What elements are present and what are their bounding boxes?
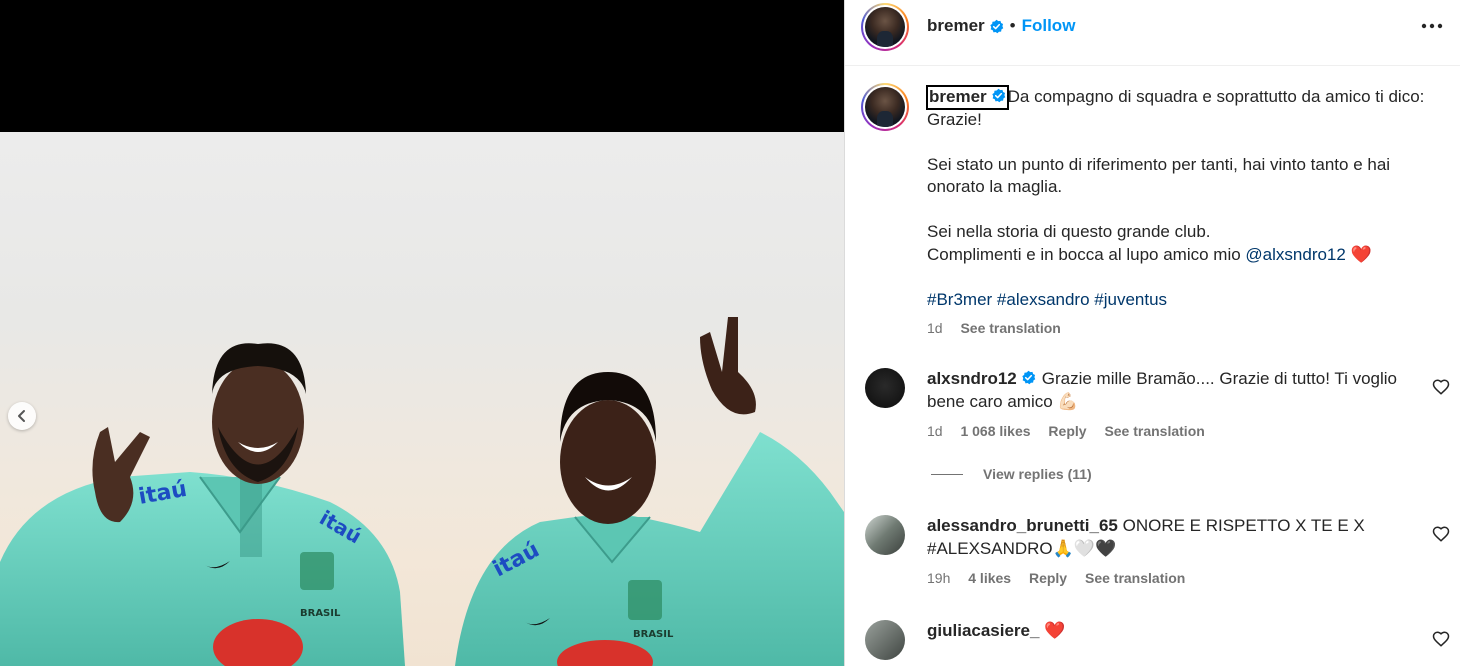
- comment-meta: 1d 1 068 likes Reply See translation: [927, 423, 1219, 439]
- more-options-icon: [1421, 23, 1443, 29]
- caption-line-4: Complimenti e in bocca al lupo amico mio: [927, 244, 1246, 264]
- caption-emoji: ❤️: [1350, 244, 1372, 264]
- caption-line-2: Sei stato un punto di riferimento per ta…: [927, 154, 1395, 197]
- comment-text: ❤️: [1044, 621, 1066, 640]
- hashtag-link[interactable]: #juventus: [1094, 290, 1167, 309]
- comment-item: alessandro_brunetti_65 ONORE E RISPETTO …: [927, 515, 1407, 560]
- caption-meta: 1d See translation: [927, 320, 1075, 336]
- caption-time[interactable]: 1d: [927, 320, 943, 336]
- heart-icon[interactable]: [1432, 378, 1450, 396]
- header-separator: •: [1009, 16, 1016, 35]
- header-user-row: bremer • Follow: [927, 16, 1075, 36]
- comment-username[interactable]: giuliacasiere_: [927, 621, 1039, 640]
- comment-username[interactable]: alessandro_brunetti_65: [927, 516, 1118, 535]
- heart-icon[interactable]: [1432, 525, 1450, 543]
- comment-likes[interactable]: 1 068 likes: [960, 423, 1030, 439]
- post-photo: itaú itaú BRASIL itaú BRASIL: [0, 132, 844, 666]
- comment-avatar[interactable]: [865, 515, 905, 555]
- chevron-left-icon: [18, 410, 25, 422]
- see-translation-button[interactable]: See translation: [960, 320, 1060, 336]
- comment-item: giuliacasiere_ ❤️: [927, 620, 1407, 643]
- reply-button[interactable]: Reply: [1048, 423, 1086, 439]
- more-options-button[interactable]: [1417, 14, 1447, 38]
- verified-badge-icon: [989, 19, 1003, 33]
- post-media: itaú itaú BRASIL itaú BRASIL: [0, 0, 844, 666]
- carousel-previous-button[interactable]: [8, 402, 36, 430]
- divider: [931, 473, 963, 475]
- see-translation-button[interactable]: See translation: [1104, 423, 1204, 439]
- comment-avatar[interactable]: [865, 368, 905, 408]
- verified-badge-icon: [1022, 370, 1036, 385]
- caption-line-3: Sei nella storia di questo grande club.: [927, 222, 1211, 241]
- view-replies-button[interactable]: View replies (11): [931, 466, 1092, 482]
- caption-avatar[interactable]: [861, 83, 909, 131]
- reply-button[interactable]: Reply: [1029, 570, 1067, 586]
- post-side-panel: bremer • Follow bremer Da compagno di squ…: [844, 0, 1460, 666]
- heart-icon[interactable]: [1432, 630, 1450, 648]
- follow-button[interactable]: Follow: [1022, 16, 1076, 36]
- verified-badge-icon: [991, 88, 1005, 103]
- comment-time[interactable]: 19h: [927, 570, 950, 586]
- comment-avatar[interactable]: [865, 620, 905, 660]
- caption-mention-link[interactable]: @alxsndro12: [1245, 245, 1345, 264]
- photo-illustration: itaú itaú BRASIL itaú BRASIL: [0, 317, 844, 666]
- post-caption: bremer Da compagno di squadra e soprattut…: [926, 85, 1427, 311]
- svg-text:BRASIL: BRASIL: [300, 608, 341, 619]
- svg-text:BRASIL: BRASIL: [633, 629, 674, 640]
- author-avatar[interactable]: [861, 3, 909, 51]
- post-header: bremer • Follow: [845, 0, 1460, 66]
- comment-username[interactable]: alxsndro12: [927, 369, 1017, 388]
- view-replies-label: View replies (11): [983, 466, 1092, 482]
- comment-meta: 19h 4 likes Reply See translation: [927, 570, 1199, 586]
- see-translation-button[interactable]: See translation: [1085, 570, 1185, 586]
- comment-likes[interactable]: 4 likes: [968, 570, 1011, 586]
- hashtag-link[interactable]: #Br3mer: [927, 290, 992, 309]
- header-username[interactable]: bremer: [927, 16, 985, 36]
- hashtag-link[interactable]: #alexsandro: [997, 290, 1090, 309]
- comment-item: alxsndro12 Grazie mille Bramão.... Grazie…: [927, 368, 1407, 413]
- caption-username[interactable]: bremer: [926, 85, 1009, 110]
- comment-time[interactable]: 1d: [927, 423, 943, 439]
